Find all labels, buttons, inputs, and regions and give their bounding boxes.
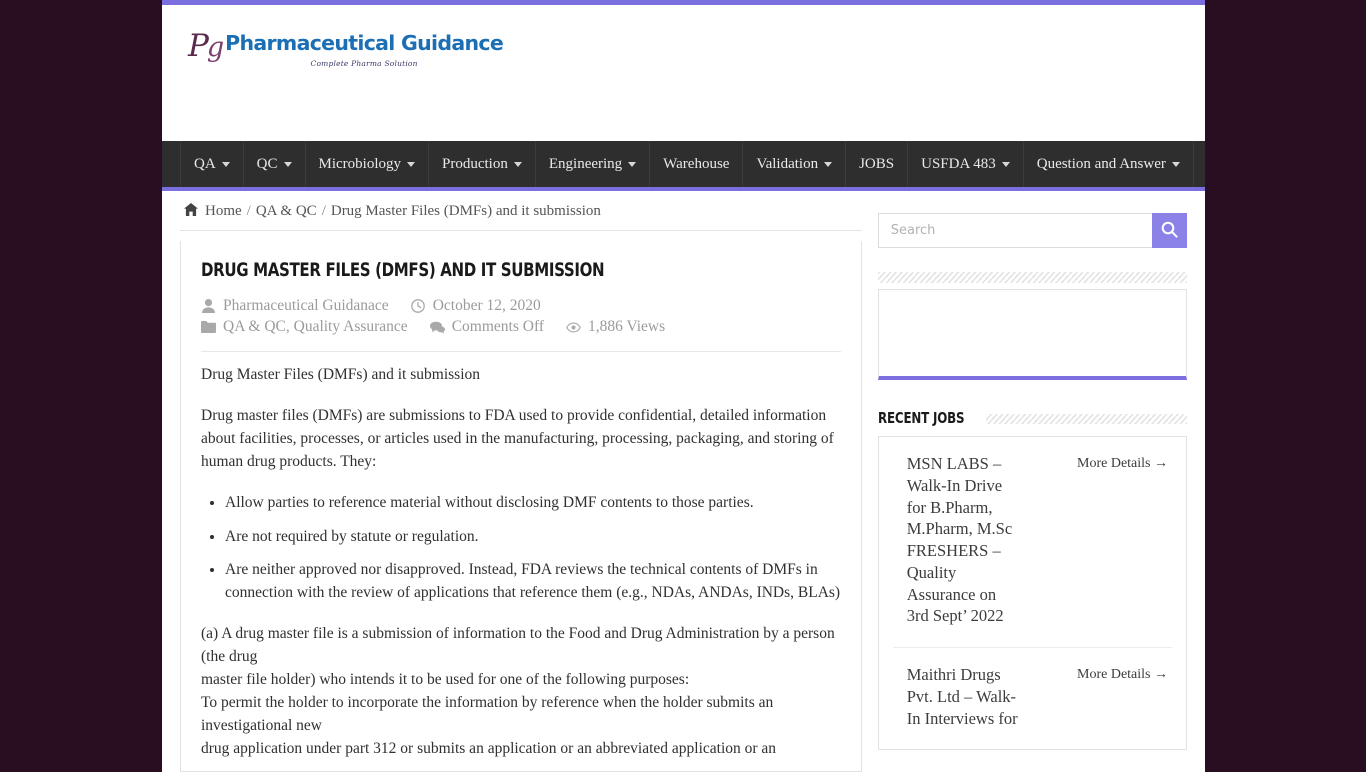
job-list-item[interactable]: Maithri Drugs Pvt. Ltd – Walk-In Intervi… <box>893 648 1172 749</box>
job-title[interactable]: MSN LABS – Walk-In Drive for B.Pharm, M.… <box>893 453 1021 627</box>
meta-categories-label: QA & QC, Quality Assurance <box>223 318 408 335</box>
meta-views: 1,886 Views <box>566 318 665 336</box>
main-column: Home / QA & QC / Drug Master Files (DMFs… <box>180 191 862 772</box>
search-icon <box>1161 221 1178 241</box>
nav-item-production[interactable]: Production <box>429 141 536 187</box>
article-paragraph-line: drug application under part 312 or submi… <box>201 739 777 757</box>
widget-divider-hatch <box>877 272 1187 283</box>
article-paragraph-line: master file holder) who intends it to be… <box>201 670 690 688</box>
advertisement-widget <box>877 289 1187 380</box>
nav-item-label: USFDA 483 <box>921 155 996 172</box>
meta-views-label: 1,886 Views <box>587 318 666 335</box>
article-bullet-item: Are neither approved nor disapproved. In… <box>225 559 841 605</box>
nav-item-label: QA <box>194 155 216 172</box>
article-paragraph-1: Drug master files (DMFs) are submissions… <box>201 406 834 470</box>
nav-item-validation[interactable]: Validation <box>743 141 847 187</box>
breadcrumb-separator: / <box>321 203 326 219</box>
article-paragraph-line: (a) A drug master file is a submission o… <box>201 624 835 665</box>
chevron-down-icon <box>824 161 833 167</box>
site-logo[interactable]: Pg Pharmaceutical Guidance Complete Phar… <box>188 27 504 68</box>
job-title[interactable]: Maithri Drugs Pvt. Ltd – Walk-In Intervi… <box>893 664 1021 729</box>
sidebar: Recent Jobs MSN LABS – Walk-In Drive for… <box>877 191 1187 772</box>
nav-item-label: JOBS <box>859 155 895 172</box>
breadcrumb-item-category[interactable]: QA & QC <box>256 203 317 220</box>
breadcrumb-separator: / <box>246 203 251 219</box>
folder-icon <box>201 320 216 335</box>
article-bullet-item: Allow parties to reference material with… <box>225 492 841 515</box>
search-widget <box>877 213 1187 248</box>
meta-categories: QA & QC, Quality Assurance <box>201 318 408 336</box>
clock-icon <box>411 299 426 314</box>
nav-item-engineering[interactable]: Engineering <box>536 141 651 187</box>
nav-item-label: Validation <box>756 155 819 172</box>
chevron-down-icon <box>628 161 637 167</box>
recent-jobs-list: MSN LABS – Walk-In Drive for B.Pharm, M.… <box>877 436 1187 751</box>
logo-title: Pharmaceutical Guidance <box>225 31 504 55</box>
main-navigation: QA QC Microbiology Production Engineering War… <box>162 141 1205 191</box>
article-bullet-list: Allow parties to reference material with… <box>201 492 841 605</box>
job-more-details-link[interactable]: More Details → <box>1077 664 1172 683</box>
nav-item-label: QC <box>256 155 278 172</box>
article-bullet-item: Are not required by statute or regulatio… <box>225 526 841 549</box>
nav-item-label: Microbiology <box>318 155 402 172</box>
job-more-details-link[interactable]: More Details → <box>1077 453 1172 472</box>
nav-item-usfda-483[interactable]: USFDA 483 <box>908 141 1024 187</box>
user-icon <box>201 299 216 314</box>
meta-comments-label: Comments Off <box>451 318 544 335</box>
chevron-down-icon <box>1171 161 1180 167</box>
chevron-down-icon <box>407 161 416 167</box>
nav-item-question-and-answer[interactable]: Question and Answer <box>1024 141 1194 187</box>
home-icon <box>184 203 198 220</box>
widget-title-hatch <box>985 414 1187 424</box>
job-list-item[interactable]: MSN LABS – Walk-In Drive for B.Pharm, M.… <box>892 437 1172 649</box>
nav-item-warehouse[interactable]: Warehouse <box>650 141 744 187</box>
eye-icon <box>566 320 581 335</box>
breadcrumb-item-current: Drug Master Files (DMFs) and it submissi… <box>330 203 601 219</box>
meta-author: Pharmaceutical Guidanace <box>201 297 389 315</box>
meta-comments: Comments Off <box>429 318 544 336</box>
article-paragraph-2: (a) A drug master file is a submission o… <box>201 623 841 761</box>
nav-item-jobs[interactable]: JOBS <box>846 141 909 187</box>
article-card: Drug Master Files (DMFs) and it submissi… <box>180 241 862 772</box>
nav-item-label: Production <box>442 155 508 172</box>
nav-item-label: Engineering <box>548 155 623 172</box>
logo-monogram-icon: Pg <box>188 28 224 64</box>
meta-author-label: Pharmaceutical Guidanace <box>223 297 389 314</box>
chevron-down-icon <box>221 161 230 167</box>
breadcrumb: Home / QA & QC / Drug Master Files (DMFs… <box>180 191 862 231</box>
article-intro: Drug Master Files (DMFs) and it submissi… <box>201 366 480 383</box>
site-header: Pg Pharmaceutical Guidance Complete Phar… <box>162 5 1205 141</box>
chevron-down-icon <box>283 161 292 167</box>
search-input[interactable] <box>877 213 1152 248</box>
logo-monogram-g: g <box>206 32 224 63</box>
logo-monogram-p: P <box>188 28 209 64</box>
page-title: Drug Master Files (DMFs) and it submissi… <box>201 259 605 281</box>
content-area: Home / QA & QC / Drug Master Files (DMFs… <box>162 191 1205 772</box>
chevron-down-icon <box>513 161 522 167</box>
page-container: Pg Pharmaceutical Guidance Complete Phar… <box>162 0 1205 772</box>
nav-item-label: Question and Answer <box>1036 155 1166 172</box>
nav-item-label: Warehouse <box>663 155 730 172</box>
meta-date-label: October 12, 2020 <box>432 297 541 314</box>
meta-date: October 12, 2020 <box>411 297 541 315</box>
article-meta: Pharmaceutical Guidanace October 12, 202… <box>201 297 841 352</box>
comments-icon <box>429 320 445 335</box>
recent-jobs-header: Recent Jobs <box>878 409 1187 427</box>
chevron-down-icon <box>1001 161 1010 167</box>
nav-item-qa[interactable]: QA <box>180 141 244 187</box>
logo-tagline: Complete Pharma Solution <box>310 58 418 68</box>
nav-item-qc[interactable]: QC <box>244 141 306 187</box>
recent-jobs-title: Recent Jobs <box>877 409 965 427</box>
nav-item-microbiology[interactable]: Microbiology <box>306 141 430 187</box>
breadcrumb-item-home[interactable]: Home <box>205 203 242 220</box>
article-body: Drug Master Files (DMFs) and it submissi… <box>201 364 841 761</box>
search-button[interactable] <box>1152 213 1187 248</box>
article-paragraph-line: To permit the holder to incorporate the … <box>201 693 774 734</box>
